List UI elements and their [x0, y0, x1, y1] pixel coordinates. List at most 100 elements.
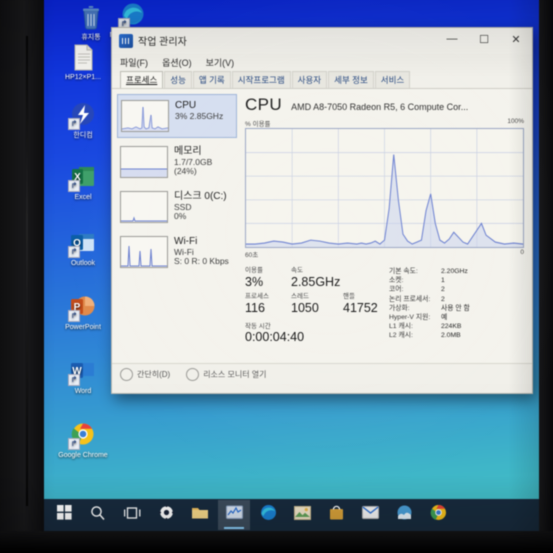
shortcut-arrow-icon: ↱: [68, 246, 80, 258]
sidebar-item-detail: 3% 2.85GHz: [175, 110, 224, 121]
desktop-icon-powerpoint[interactable]: P ↱ PowerPoint: [54, 292, 112, 332]
spec-value: 1: [441, 277, 445, 285]
laptop-bezel-left: [0, 0, 44, 553]
tab-details[interactable]: 세부 정보: [328, 71, 374, 88]
cpu-usage-chart-svg: [246, 129, 523, 247]
disk-thumbnail-graph: [120, 191, 168, 223]
desktop-icon-chrome[interactable]: ↱ Google Chrome: [54, 420, 112, 460]
desktop-icon-outlook[interactable]: O ↱ Outlook: [54, 228, 112, 268]
processes-label: 프로세스: [245, 293, 269, 300]
spec-key: Hyper-V 지원:: [389, 314, 431, 322]
spec-value: 2.20GHz: [441, 268, 468, 275]
stats-row-values-2: 116 1050 41752: [245, 301, 385, 316]
tab-performance[interactable]: 성능: [164, 71, 192, 88]
tab-app-history[interactable]: 앱 기록: [192, 71, 231, 88]
memory-thumbnail-graph: [120, 146, 168, 178]
spec-key: 코어:: [389, 286, 404, 294]
tab-users[interactable]: 사용자: [291, 71, 328, 88]
sidebar-item-wifi[interactable]: Wi-Fi Wi-Fi S: 0 R: 0 Kbps: [117, 231, 237, 273]
window-title: 작업 관리자: [138, 37, 187, 48]
search-icon: [90, 505, 106, 526]
spec-value: 2.0MB: [441, 332, 461, 340]
close-button[interactable]: ✕: [500, 28, 532, 50]
taskbar-mail-button[interactable]: [354, 500, 386, 530]
spec-key: L2 캐시:: [389, 332, 413, 340]
spec-value: 2: [441, 286, 445, 294]
taskbar-settings-button[interactable]: [150, 500, 182, 530]
taskbar-chrome-button[interactable]: [422, 500, 454, 530]
desktop-icon-word[interactable]: W ↱ Word: [54, 356, 112, 396]
spec-row: 기본 속도: 2.20GHz: [389, 267, 524, 276]
y-axis-max-label: 100%: [507, 118, 524, 125]
tab-services[interactable]: 서비스: [374, 71, 411, 88]
speed-label: 속도: [291, 267, 303, 274]
shortcut-arrow-icon: ↱: [68, 310, 80, 322]
taskbar-file-explorer-button[interactable]: [184, 500, 216, 530]
spec-row: L1 캐시: 224KB: [389, 322, 524, 331]
cpu-detail-panel: CPU AMD A8-7050 Radeon R5, 6 Compute Cor…: [241, 89, 532, 363]
spec-row: 가상화: 사용 안 함: [389, 304, 524, 313]
taskbar: [44, 499, 539, 531]
sidebar-item-cpu[interactable]: CPU 3% 2.85GHz: [117, 94, 237, 138]
desktop-icon-hancom[interactable]: ↱ 한디컴: [54, 100, 112, 140]
menu-file[interactable]: 파일(F): [120, 56, 148, 69]
speed-value: 2.85GHz: [291, 275, 341, 289]
menu-options[interactable]: 옵션(O): [162, 56, 192, 69]
taskbar-start-button[interactable]: [48, 500, 80, 530]
taskbar-edge-button[interactable]: [252, 500, 284, 530]
cpu-statistics: 이용률 속도 3% 2.85GHz 프로세스 스레드 핸들 116 1050 4…: [245, 267, 524, 344]
sidebar-item-detail2: 0%: [174, 211, 187, 221]
x-axis-right-label: 0: [520, 249, 524, 256]
tab-processes[interactable]: 프로세스: [120, 71, 164, 88]
stats-row-values-1: 3% 2.85GHz: [245, 275, 385, 290]
windows-desktop: 휴지통 ↱ Microsoft Edge HP12×P1: [44, 0, 539, 531]
spec-key: 가상화:: [389, 304, 410, 312]
cpu-header: CPU AMD A8-7050 Radeon R5, 6 Compute Cor…: [245, 95, 524, 115]
taskbar-photos-button[interactable]: [286, 500, 318, 530]
taskbar-search-button[interactable]: [82, 500, 114, 530]
sidebar-item-label: CPU: [175, 100, 197, 111]
edge-icon: [260, 504, 277, 526]
sidebar-wifi-text: Wi-Fi Wi-Fi S: 0 R: 0 Kbps: [174, 236, 229, 267]
bezel-seam: [26, 36, 28, 506]
sidebar-cpu-text: CPU 3% 2.85GHz: [175, 100, 223, 121]
desktop-icon-document[interactable]: HP12×P1...: [54, 42, 112, 82]
shortcut-arrow-icon: ↱: [68, 374, 80, 386]
shortcut-arrow-icon: ↱: [68, 118, 80, 130]
weather-icon: [396, 505, 413, 525]
menu-view[interactable]: 보기(V): [206, 56, 235, 69]
taskbar-task-view-button[interactable]: [116, 500, 148, 530]
photos-icon: [293, 505, 311, 525]
sidebar-item-disk[interactable]: 디스크 0(C:) SSD 0%: [117, 186, 237, 228]
threads-label: 스레드: [291, 293, 309, 300]
sidebar-item-detail2: S: 0 R: 0 Kbps: [174, 256, 229, 266]
taskbar-weather-button[interactable]: [388, 500, 420, 530]
spec-row: 코어: 2: [389, 285, 524, 294]
stats-row-labels-1: 이용률 속도: [245, 267, 385, 275]
task-manager-icon: [119, 34, 133, 48]
taskbar-task-manager-button[interactable]: [218, 500, 250, 530]
status-bar: 간단히(D) 리소스 모니터 열기: [112, 363, 532, 384]
threads-value: 1050: [291, 301, 319, 315]
page-title: CPU: [245, 95, 283, 114]
taskbar-store-button[interactable]: [320, 500, 352, 530]
sidebar-item-memory[interactable]: 메모리 1.7/7.0GB (24%): [117, 141, 237, 183]
utilization-label: 이용률: [245, 267, 263, 274]
title-bar[interactable]: 작업 관리자 — ☐ ✕: [112, 28, 532, 54]
resource-monitor-button[interactable]: 리소스 모니터 열기: [186, 367, 267, 381]
desktop-icon-label: Word: [74, 388, 92, 395]
maximize-button[interactable]: ☐: [468, 28, 500, 50]
uptime-value: 0:00:04:40: [245, 330, 305, 344]
spec-value: 예: [441, 314, 448, 322]
minimize-button[interactable]: —: [436, 28, 468, 50]
utilization-value: 3%: [245, 275, 264, 289]
shortcut-arrow-icon: ↱: [68, 438, 80, 450]
fewer-details-button[interactable]: 간단히(D): [120, 367, 170, 381]
cpu-model-name: AMD A8-7050 Radeon R5, 6 Compute Cor...: [291, 102, 469, 112]
mail-icon: [361, 506, 379, 524]
laptop-screen-photo: 휴지통 ↱ Microsoft Edge HP12×P1: [0, 0, 553, 553]
desktop-icon-excel[interactable]: X ↱ Excel: [54, 162, 112, 202]
tab-startup[interactable]: 시작프로그램: [231, 71, 291, 88]
document-icon: [68, 42, 98, 72]
spec-value: 사용 안 함: [441, 304, 470, 312]
